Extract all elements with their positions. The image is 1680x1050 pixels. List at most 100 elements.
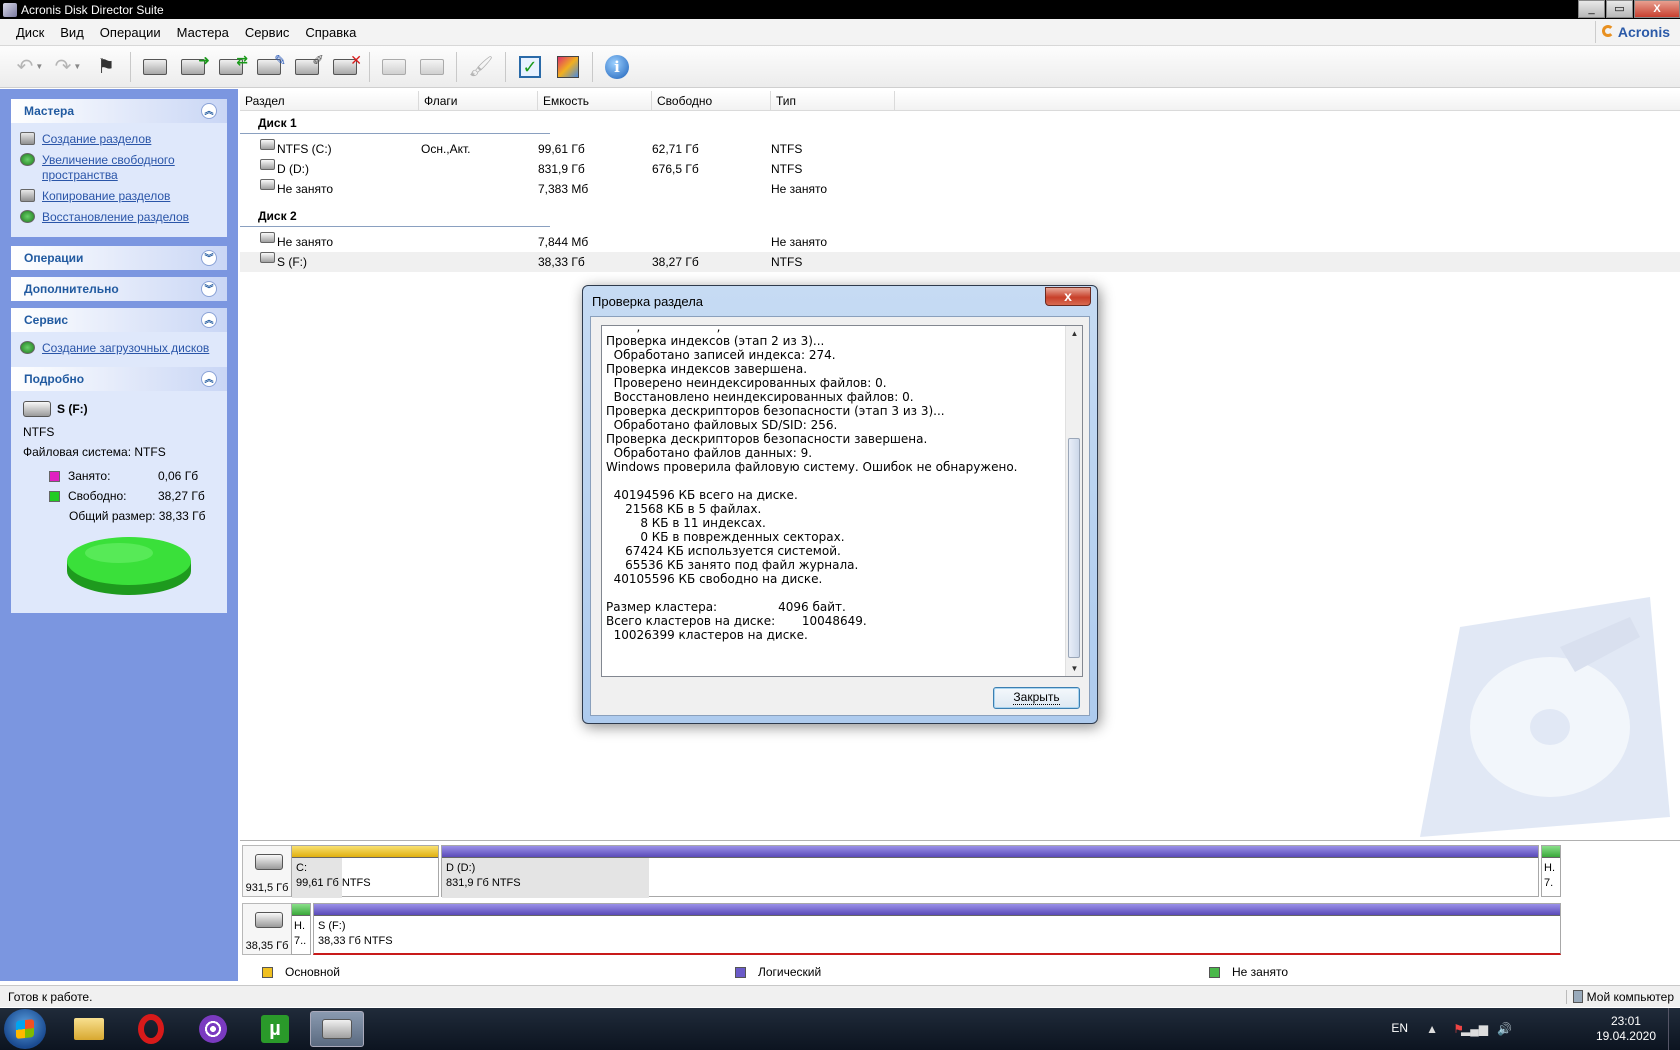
check-log-textbox[interactable]: , , Проверка индексов (этап 2 из 3)... Об… <box>601 325 1083 677</box>
scroll-down-arrow-icon[interactable]: ▼ <box>1067 661 1082 676</box>
col-partition[interactable]: Раздел <box>240 91 419 111</box>
volume-icon[interactable]: 🔊 <box>1497 1022 1512 1036</box>
unallocated-legend-swatch <box>1209 966 1220 978</box>
taskbar-acronis[interactable] <box>310 1011 364 1047</box>
wizard-increase-free-space[interactable]: Увеличение свободного пространства <box>20 153 219 183</box>
col-flags[interactable]: Флаги <box>419 91 538 111</box>
language-indicator[interactable]: EN <box>1391 1021 1408 1035</box>
check-partition-button[interactable]: ✓ <box>514 51 546 83</box>
operations-panel-header[interactable]: Операции ︾ <box>11 246 227 270</box>
create-partition-button[interactable] <box>139 51 171 83</box>
acronis-logo: Acronis <box>1594 21 1676 43</box>
taskbar-tor[interactable] <box>186 1011 240 1047</box>
clock[interactable]: 23:01 19.04.2020 <box>1596 1014 1656 1044</box>
task-pane: Мастера ︽ Создание разделов Увеличение св… <box>0 89 238 981</box>
collapse-chevron-icon[interactable]: ︽ <box>201 103 217 119</box>
label-partition-button[interactable]: ✎ <box>253 51 286 83</box>
app-icon <box>3 2 17 17</box>
disk-icon <box>23 401 51 417</box>
toolbar-separator <box>456 51 457 82</box>
disk-map-partition-c[interactable]: C: 99,61 Гб NTFS <box>291 845 439 898</box>
unhide-partition-button[interactable] <box>416 51 448 83</box>
disk-1-label[interactable]: 931,5 Гб <box>242 845 292 897</box>
undo-button[interactable]: ↶ ▼ <box>14 51 46 83</box>
window-title: Acronis Disk Director Suite <box>21 2 164 17</box>
tray-expand-icon[interactable]: ▲ <box>1426 1022 1438 1036</box>
service-panel-header[interactable]: Сервис ︽ <box>11 308 227 332</box>
table-row[interactable]: Не занято 7,844 Мб Не занято <box>240 232 1680 252</box>
dialog-close-action-button[interactable]: Закрыть <box>993 687 1080 709</box>
minimize-button[interactable]: _ <box>1578 0 1605 18</box>
scroll-thumb[interactable] <box>1068 438 1080 658</box>
log-line: Размер кластера: 4096 байт. <box>606 600 846 614</box>
dialog-close-button[interactable]: x <box>1045 287 1091 306</box>
taskbar-explorer[interactable] <box>62 1011 116 1047</box>
wizard-copy-partition[interactable]: Копирование разделов <box>20 189 219 204</box>
boot-media-icon <box>20 341 35 354</box>
menu-help[interactable]: Справка <box>297 25 364 40</box>
table-row[interactable]: NTFS (C:) Осн.,Акт. 99,61 Гб 62,71 Гб NT… <box>240 139 1680 159</box>
utorrent-icon: µ <box>261 1015 289 1043</box>
hide-partition-button[interactable] <box>378 51 410 83</box>
expand-chevron-icon[interactable]: ︾ <box>201 250 217 266</box>
defragment-button[interactable] <box>552 51 584 83</box>
menu-disk[interactable]: Диск <box>8 25 52 40</box>
checkered-flag-icon: ⚑ <box>97 56 115 78</box>
copy-partition-button[interactable]: ⇄ <box>215 51 248 83</box>
log-line: 10026399 кластеров на диске. <box>606 628 808 642</box>
table-row[interactable]: Не занято 7,383 Мб Не занято <box>240 179 1680 199</box>
log-line: 67424 КБ используется системой. <box>606 544 841 558</box>
redo-button[interactable]: ↷ ▼ <box>52 51 84 83</box>
disk-2-label[interactable]: 38,35 Гб <box>242 903 292 955</box>
clean-button[interactable]: 🖌 <box>465 51 497 83</box>
log-line: 40194596 КБ всего на диске. <box>606 488 798 502</box>
menu-operations[interactable]: Операции <box>92 25 169 40</box>
vertical-scrollbar[interactable]: ▲ ▼ <box>1065 326 1082 676</box>
disk-map-partition-d[interactable]: D (D:) 831,9 Гб NTFS <box>441 845 1539 898</box>
wizards-panel: Мастера ︽ Создание разделов Увеличение св… <box>11 99 227 237</box>
taskbar-utorrent[interactable]: µ <box>248 1011 302 1047</box>
additional-panel-header[interactable]: Дополнительно ︾ <box>11 277 227 301</box>
start-button[interactable] <box>4 1009 46 1049</box>
create-boot-media-link[interactable]: Создание загрузочных дисков <box>20 341 219 356</box>
col-free[interactable]: Свободно <box>652 91 771 111</box>
wizard-create-partition[interactable]: Создание разделов <box>20 132 219 147</box>
format-partition-button[interactable]: ✐ <box>291 51 324 83</box>
log-line: Восстановлено неиндексированных файлов: … <box>606 390 914 404</box>
log-line: Проверка индексов (этап 2 из 3)... <box>606 334 825 348</box>
disk-format-icon: ✐ <box>295 52 324 75</box>
partition-icon <box>260 139 275 150</box>
close-button[interactable]: X <box>1634 0 1680 18</box>
commit-button[interactable]: ⚑ <box>90 51 122 83</box>
unallocated-icon <box>260 232 275 243</box>
scroll-up-arrow-icon[interactable]: ▲ <box>1067 326 1082 341</box>
maximize-button[interactable]: ▭ <box>1606 0 1633 18</box>
table-row-selected[interactable]: S (F:) 38,33 Гб 38,27 Гб NTFS <box>240 252 1680 272</box>
disk-map-partition-s[interactable]: S (F:) 38,33 Гб NTFS <box>313 903 1561 955</box>
col-capacity[interactable]: Емкость <box>538 91 652 111</box>
menu-wizards[interactable]: Мастера <box>169 25 237 40</box>
wizards-panel-header[interactable]: Мастера ︽ <box>11 99 227 123</box>
wizard-recover-partition[interactable]: Восстановление разделов <box>20 210 219 225</box>
resize-partition-button[interactable]: ➜ <box>177 51 210 83</box>
dropdown-arrow-icon: ▼ <box>73 62 82 71</box>
collapse-chevron-icon[interactable]: ︽ <box>201 312 217 328</box>
hard-drive-watermark-icon <box>1420 597 1670 837</box>
menu-view[interactable]: Вид <box>52 25 92 40</box>
info-button[interactable]: i <box>601 51 633 83</box>
network-icon[interactable]: ▂▄▆ <box>1461 1022 1488 1036</box>
details-panel-header[interactable]: Подробно ︽ <box>11 367 227 391</box>
col-type[interactable]: Тип <box>771 91 895 111</box>
show-desktop-button[interactable] <box>1668 1008 1680 1050</box>
menu-service[interactable]: Сервис <box>237 25 298 40</box>
table-row[interactable]: D (D:) 831,9 Гб 676,5 Гб NTFS <box>240 159 1680 179</box>
taskbar-opera[interactable] <box>124 1011 178 1047</box>
disk-map-unallocated-1[interactable]: Н. 7. <box>1541 845 1561 897</box>
collapse-chevron-icon[interactable]: ︽ <box>201 371 217 387</box>
expand-chevron-icon[interactable]: ︾ <box>201 281 217 297</box>
disk-hide-icon <box>382 58 406 75</box>
delete-partition-button[interactable]: ✕ <box>329 51 362 83</box>
log-line: Обработано файловых SD/SID: 256. <box>606 418 838 432</box>
increase-space-icon <box>20 153 35 166</box>
disk-map-unallocated-2[interactable]: Н. 7.. <box>291 903 311 955</box>
